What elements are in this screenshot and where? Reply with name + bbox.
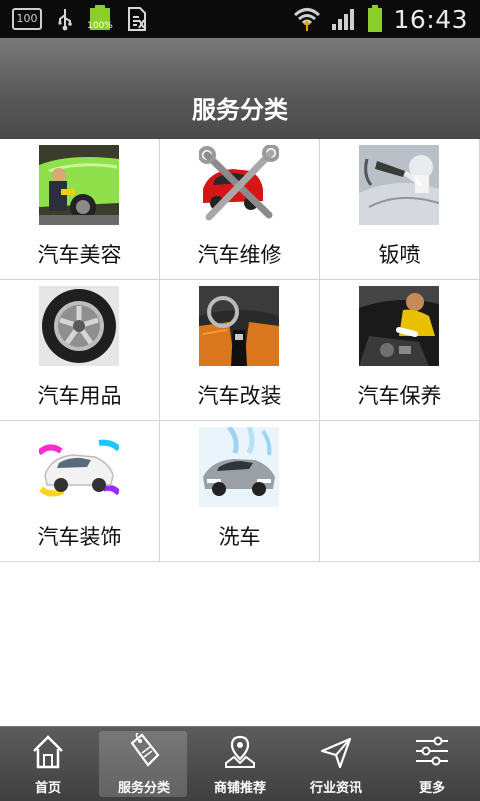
category-empty-cell <box>320 421 480 562</box>
engine-maintenance-image <box>359 286 439 366</box>
usb-icon <box>58 9 72 31</box>
battery-icon <box>368 5 383 32</box>
category-car-modification[interactable]: 汽车改装 <box>160 280 320 421</box>
tab-label: 首页 <box>34 781 61 796</box>
status-time: 16:43 <box>393 4 468 34</box>
map-pin-icon <box>225 735 255 768</box>
category-label: 洗车 <box>218 525 261 549</box>
tab-industry-news[interactable]: 行业资讯 <box>288 727 384 801</box>
category-label: 钣喷 <box>378 243 421 267</box>
category-label: 汽车用品 <box>37 384 122 408</box>
signal-icon <box>332 9 355 30</box>
send-icon <box>320 737 352 769</box>
tab-label: 商铺推荐 <box>213 781 266 796</box>
category-car-wash[interactable]: 洗车 <box>160 421 320 562</box>
spray-paint-image <box>359 145 439 225</box>
tab-home[interactable]: 首页 <box>0 727 96 801</box>
category-label: 汽车保养 <box>357 384 442 408</box>
page-title: 服务分类 <box>192 96 288 124</box>
sale-tag-icon <box>130 733 160 767</box>
status-bar: 100 100% 16:43 <box>0 0 480 38</box>
car-wash-image <box>199 427 279 507</box>
status-left: 100 100% <box>12 5 148 33</box>
document-icon <box>128 7 146 31</box>
sim-100-icon: 100 <box>12 8 42 30</box>
category-label: 汽车美容 <box>37 243 122 267</box>
category-label: 汽车维修 <box>197 243 282 267</box>
battery-100-icon: 100% <box>87 5 113 33</box>
tab-shop-recommend[interactable]: 商铺推荐 <box>192 727 288 801</box>
category-car-decoration[interactable]: 汽车装饰 <box>0 421 160 562</box>
tab-more[interactable]: 更多 <box>384 727 480 801</box>
battery-percent-text: 100% <box>87 21 113 31</box>
category-car-supplies[interactable]: 汽车用品 <box>0 280 160 421</box>
home-icon <box>33 735 63 769</box>
category-label: 汽车改装 <box>197 384 282 408</box>
category-label: 汽车装饰 <box>37 525 122 549</box>
wifi-icon <box>294 8 321 31</box>
tab-service-category[interactable]: 服务分类 <box>96 727 192 801</box>
tab-label: 服务分类 <box>117 781 170 796</box>
category-spray-paint[interactable]: 钣喷 <box>320 139 480 280</box>
bottom-tab-bar: 首页 服务分类 商铺推荐 行业资讯 更多 <box>0 726 480 801</box>
car-repair-image <box>199 145 279 225</box>
category-car-repair[interactable]: 汽车维修 <box>160 139 320 280</box>
car-beauty-image <box>39 145 119 225</box>
car-decoration-image <box>39 427 119 507</box>
wheel-image <box>39 286 119 366</box>
category-car-beauty[interactable]: 汽车美容 <box>0 139 160 280</box>
tab-label: 更多 <box>418 781 445 796</box>
title-bar: 服务分类 <box>0 38 480 139</box>
tab-label: 行业资讯 <box>309 781 362 796</box>
category-car-maintenance[interactable]: 汽车保养 <box>320 280 480 421</box>
sliders-icon <box>416 736 448 766</box>
car-interior-image <box>199 286 279 366</box>
status-right: 16:43 <box>293 4 468 34</box>
